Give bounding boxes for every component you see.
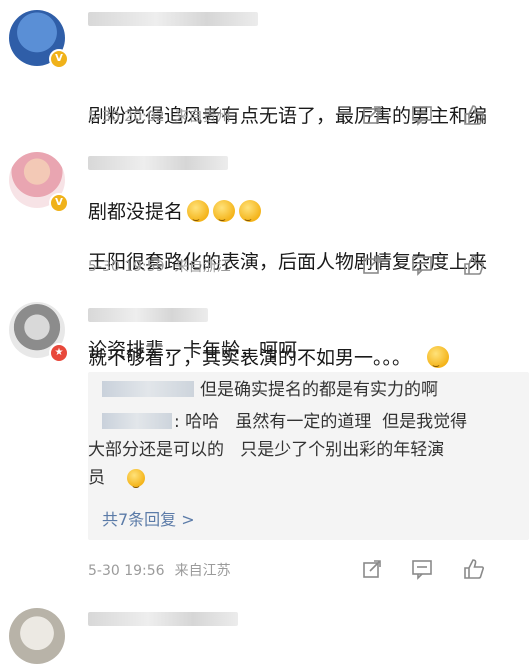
comment-meta: 5-30 19:59 来自浙江 [88, 256, 231, 276]
comment-icon[interactable] [411, 254, 433, 276]
comment-item [0, 600, 529, 664]
comment-item: V 剧粉觉得追风者有点无语了，最厉害的男主和编 剧都没提名 5-30 20:02… [0, 0, 529, 235]
comment-location: 来自贵州 [174, 109, 231, 125]
share-icon[interactable] [361, 104, 383, 126]
comment-item: V 王阳很套路化的表演，后面人物剧情复杂度上来 就不够看了，其实表演的不如男一。… [0, 142, 529, 381]
avatar[interactable] [9, 608, 65, 664]
view-all-replies-link[interactable]: 共7条回复 > [102, 506, 195, 530]
reply-item: : 哈哈 虽然有一定的道理 但是我觉得 大部分还是可以的 只是少了个别出彩的年轻… [88, 408, 521, 500]
reply-text: 但是确实提名的都是有实力的啊 [200, 380, 438, 400]
comment-date: 5-30 19:56 [88, 563, 165, 579]
reply-text-line: : 哈哈 虽然有一定的道理 但是我觉得 [102, 408, 521, 436]
comment-item: ★ 论资排辈，卡年龄，呵呵 但是确实提名的都是有实力的啊 : 哈哈 虽然有一定的… [0, 296, 529, 596]
username-blurred[interactable] [88, 156, 228, 170]
like-icon[interactable] [463, 104, 485, 126]
verified-badge: V [49, 49, 69, 69]
laugh-emoji-icon [127, 469, 145, 500]
comment-text: 论资排辈，卡年龄，呵呵 [88, 339, 298, 361]
comment-location: 来自江苏 [174, 563, 231, 579]
reply-text-line: 员 [88, 464, 521, 500]
comment-icon[interactable] [411, 558, 433, 580]
comment-icon[interactable] [411, 104, 433, 126]
share-icon[interactable] [361, 558, 383, 580]
like-icon[interactable] [463, 254, 485, 276]
comment-actions [359, 558, 529, 582]
comment-actions [359, 104, 529, 128]
share-icon[interactable] [361, 254, 383, 276]
username-blurred[interactable] [88, 308, 208, 322]
username-blurred[interactable] [88, 12, 258, 26]
comment-meta: 5-30 20:02 来自贵州 [88, 106, 231, 126]
reply-text-line: 大部分还是可以的 只是少了个别出彩的年轻演 [88, 440, 445, 460]
comment-date: 5-30 19:59 [88, 259, 165, 275]
comment-date: 5-30 20:02 [88, 109, 165, 125]
verified-badge: V [49, 193, 69, 213]
reply-preview-box[interactable]: 但是确实提名的都是有实力的啊 : 哈哈 虽然有一定的道理 但是我觉得 大部分还是… [88, 372, 529, 540]
comment-actions [359, 254, 529, 278]
comment-meta: 5-30 19:56 来自江苏 [88, 560, 231, 580]
reply-item: 但是确实提名的都是有实力的啊 [102, 376, 529, 404]
member-badge: ★ [49, 343, 69, 363]
comment-location: 来自浙江 [174, 259, 231, 275]
reply-username-blurred[interactable] [102, 381, 194, 397]
reply-username-blurred[interactable] [102, 413, 172, 429]
like-icon[interactable] [463, 558, 485, 580]
username-blurred[interactable] [88, 612, 238, 626]
